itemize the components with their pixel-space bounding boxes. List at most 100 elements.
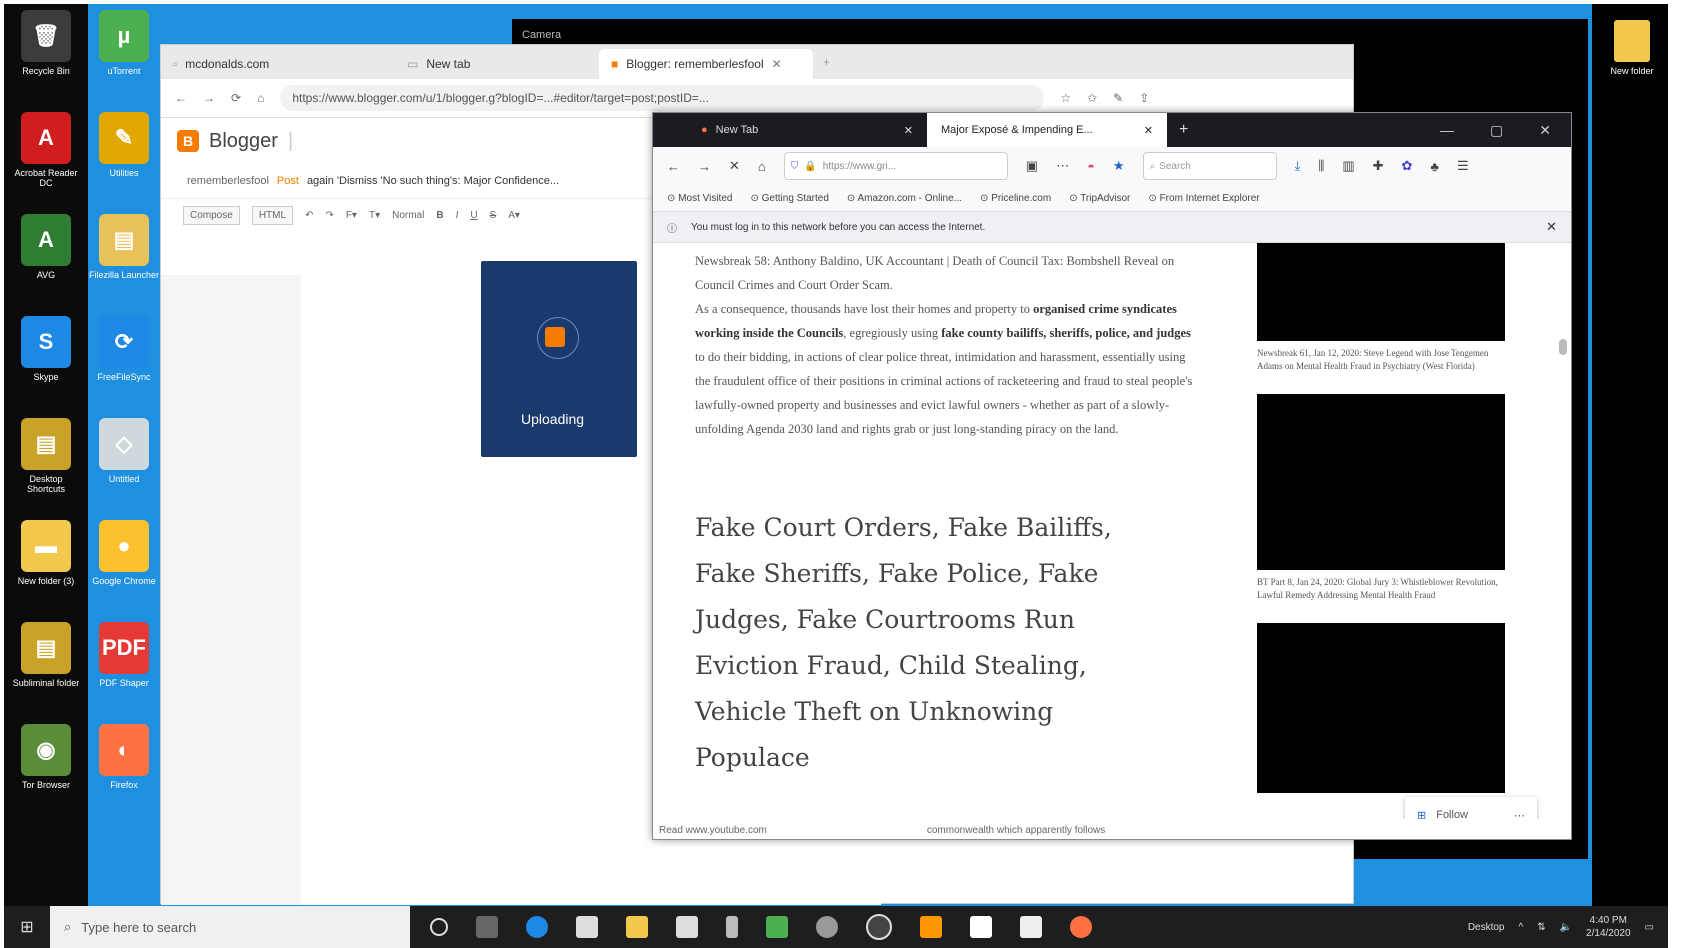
phone-icon[interactable]	[726, 916, 738, 938]
close-icon[interactable]: ✕	[904, 124, 913, 137]
desktop-icon[interactable]: ◐ Firefox	[88, 724, 160, 790]
maximize-icon[interactable]: ▢	[1490, 122, 1503, 139]
edge-icon[interactable]	[526, 916, 548, 938]
document-icon[interactable]	[1020, 916, 1042, 938]
post-title-field[interactable]: again 'Dismiss 'No such thing's: Major C…	[307, 175, 559, 187]
extension-icon[interactable]: ✚	[1373, 158, 1384, 174]
desktop-icon[interactable]: ✎ Utilities	[88, 112, 160, 178]
record-icon[interactable]	[866, 914, 892, 940]
video-thumbnail[interactable]	[1257, 243, 1505, 341]
breadcrumb-blog[interactable]: rememberlesfool	[187, 175, 269, 187]
spreadsheet-icon[interactable]	[766, 916, 788, 938]
bookmark-item[interactable]: ⊙ Most Visited	[667, 193, 732, 204]
desktop-icon[interactable]: A AVG	[10, 214, 82, 280]
chevron-up-icon[interactable]: ^	[1519, 922, 1524, 933]
more-icon[interactable]: ⋯	[1056, 158, 1069, 174]
underline-icon[interactable]: U	[470, 210, 477, 221]
bookmark-star-icon[interactable]: ★	[1113, 158, 1125, 174]
desktop-icon[interactable]: µ uTorrent	[88, 10, 160, 76]
desktop-icon[interactable]: PDF PDF Shaper	[88, 622, 160, 688]
forward-icon[interactable]: →	[203, 91, 215, 105]
desktop-icon[interactable]: ◉ Tor Browser	[10, 724, 82, 790]
taskbar-search[interactable]: ⌕ Type here to search	[50, 906, 410, 948]
bookmark-item[interactable]: ⊙ Getting Started	[750, 193, 828, 204]
undo-icon[interactable]: ↶	[305, 210, 313, 221]
favorites-icon[interactable]: ✩	[1087, 91, 1097, 105]
scrollbar[interactable]	[1559, 247, 1569, 787]
sidebar-icon[interactable]: ▥	[1342, 158, 1354, 174]
pen-icon[interactable]: ✎	[1113, 91, 1123, 105]
file-explorer-icon[interactable]	[626, 916, 648, 938]
vlc-icon[interactable]	[920, 916, 942, 938]
gear-icon[interactable]	[816, 916, 838, 938]
store-icon[interactable]	[576, 916, 598, 938]
desktop-icon[interactable]: ▬ New folder (3)	[10, 520, 82, 586]
download-icon[interactable]: ⤓	[1295, 158, 1301, 174]
italic-icon[interactable]: I	[456, 210, 459, 221]
clock[interactable]: 4:40 PM 2/14/2020	[1586, 914, 1631, 940]
url-bar[interactable]: ⛉ 🔒 https://www.gri...	[783, 152, 1008, 180]
forward-icon[interactable]: →	[698, 159, 711, 174]
video-caption[interactable]: BT Part 8, Jan 24, 2020: Global Jury 3: …	[1257, 570, 1507, 623]
volume-icon[interactable]: 🔈	[1560, 922, 1572, 933]
share-icon[interactable]: ⇪	[1139, 91, 1149, 105]
edge-tab[interactable]: ▭ New tab	[395, 49, 599, 79]
bookmark-item[interactable]: ⊙ Priceline.com	[980, 193, 1051, 204]
menu-icon[interactable]: ☰	[1457, 158, 1469, 174]
settings-extension-icon[interactable]: ✿	[1402, 158, 1413, 174]
minimize-icon[interactable]: —	[1440, 122, 1454, 139]
addon-icon[interactable]: ♣	[1430, 159, 1439, 174]
network-icon[interactable]: ⇅	[1537, 922, 1545, 933]
search-input[interactable]: ⌕ Search	[1142, 152, 1277, 180]
new-folder-icon[interactable]: New folder	[1602, 20, 1662, 76]
star-icon[interactable]: ☆	[1060, 91, 1071, 105]
back-icon[interactable]: ←	[667, 159, 680, 174]
close-icon[interactable]: ✕	[1144, 124, 1153, 137]
notification-icon[interactable]: ▭	[1645, 922, 1654, 933]
stop-icon[interactable]: ✕	[729, 158, 740, 174]
desktop-icon[interactable]: ▤ Subliminal folder	[10, 622, 82, 688]
redo-icon[interactable]: ↷	[325, 210, 333, 221]
back-icon[interactable]: ←	[175, 91, 187, 105]
compose-button[interactable]: Compose	[183, 205, 240, 225]
mail-icon[interactable]	[676, 916, 698, 938]
desktop-icon[interactable]: ⟳ FreeFileSync	[88, 316, 160, 382]
library-icon[interactable]: ⫼	[1318, 158, 1324, 174]
bookmark-item[interactable]: ⊙ Amazon.com - Online...	[847, 193, 962, 204]
home-icon[interactable]: ⌂	[257, 91, 264, 105]
desktop-icon[interactable]: A Acrobat Reader DC	[10, 112, 82, 188]
start-button[interactable]: ⊞	[4, 906, 50, 948]
edge-tab[interactable]: ▫ mcdonalds.com	[161, 49, 395, 79]
firefox-taskbar-icon[interactable]	[1070, 916, 1092, 938]
refresh-icon[interactable]: ⟳	[231, 91, 241, 105]
pocket-icon[interactable]: ◓	[1087, 159, 1095, 174]
desktop-icon[interactable]: ▤ Desktop Shortcuts	[10, 418, 82, 494]
desktop-icon[interactable]: ◇ Untitled	[88, 418, 160, 484]
home-icon[interactable]: ⌂	[758, 159, 766, 174]
reader-icon[interactable]: ▣	[1026, 158, 1038, 174]
html-button[interactable]: HTML	[251, 205, 294, 225]
desktop-icon[interactable]: ● Google Chrome	[88, 520, 160, 586]
format-select[interactable]: Normal	[392, 210, 424, 221]
firefox-window[interactable]: ● New Tab ✕ Major Exposé & Impending E..…	[652, 112, 1572, 840]
video-thumbnail[interactable]	[1257, 394, 1505, 570]
close-icon[interactable]: ✕	[1546, 219, 1557, 235]
desktop-icon[interactable]: 🗑 Recycle Bin	[10, 10, 82, 76]
ff-tab[interactable]: ● New Tab ✕	[687, 113, 927, 147]
camera-icon[interactable]	[970, 916, 992, 938]
video-caption[interactable]: Newsbreak 61, Jan 12, 2020: Steve Legend…	[1257, 341, 1507, 394]
size-icon[interactable]: T▾	[369, 210, 380, 221]
cortana-icon[interactable]	[430, 918, 448, 936]
bookmark-item[interactable]: ⊙ TripAdvisor	[1069, 193, 1130, 204]
close-icon[interactable]: ✕	[1539, 122, 1551, 139]
bold-icon[interactable]: B	[436, 210, 443, 221]
edge-url-field[interactable]: https://www.blogger.com/u/1/blogger.g?bl…	[280, 85, 1045, 111]
desktop-icon[interactable]: ▤ Filezilla Launcher	[88, 214, 160, 280]
new-tab-icon[interactable]: +	[823, 55, 830, 69]
video-thumbnail[interactable]	[1257, 623, 1505, 793]
new-tab-icon[interactable]: +	[1179, 121, 1188, 139]
edge-tab-active[interactable]: ■ Blogger: rememberlesfool ✕	[599, 49, 813, 79]
desktop-toolbar-label[interactable]: Desktop	[1468, 922, 1505, 933]
strike-icon[interactable]: S	[490, 210, 497, 221]
font-icon[interactable]: F▾	[346, 210, 357, 221]
